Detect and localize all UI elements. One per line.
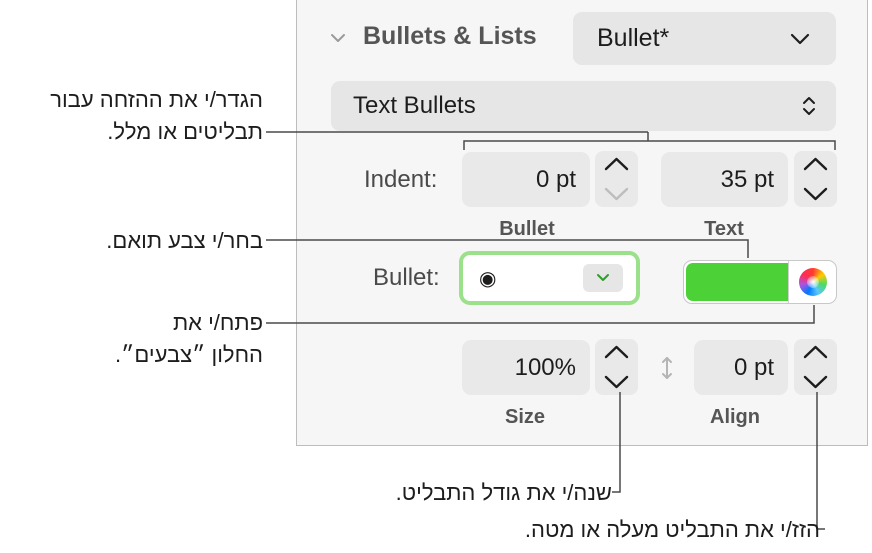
size-leader	[612, 392, 621, 493]
callout-color-line1: בחר/י צבע תואם.	[106, 228, 263, 253]
callout-lines	[266, 131, 836, 530]
callout-align-line1: הזז/י את התבליט מעלה או מטה.	[524, 517, 820, 542]
callout-indent: הגדר/י את ההזחה עבור תבליטים או מלל.	[50, 84, 263, 148]
colors-window-leader	[266, 305, 815, 324]
callout-size-line1: שנה/י את גודל התבליט.	[395, 480, 612, 505]
callout-colors-window-line1: פתח/י את	[172, 310, 263, 335]
callout-colors-window: פתח/י את החלון ״צבעים״.	[115, 307, 263, 371]
callout-indent-line1: הגדר/י את ההזחה עבור	[50, 87, 263, 112]
callout-indent-line2: תבליטים או מלל.	[107, 119, 263, 144]
color-leader	[266, 239, 749, 258]
callout-size: שנה/י את גודל התבליט.	[396, 477, 612, 509]
screenshot-stage: Bullets & Lists Bullet* Text Bullets Ind…	[0, 0, 872, 553]
callout-color: בחר/י צבע תואם.	[106, 225, 263, 257]
callout-align: הזז/י את התבליט מעלה או מטה.	[525, 514, 820, 546]
align-leader	[816, 392, 825, 530]
callout-colors-window-line2: החלון ״צבעים״.	[115, 342, 263, 367]
indent-bracket	[463, 140, 836, 150]
